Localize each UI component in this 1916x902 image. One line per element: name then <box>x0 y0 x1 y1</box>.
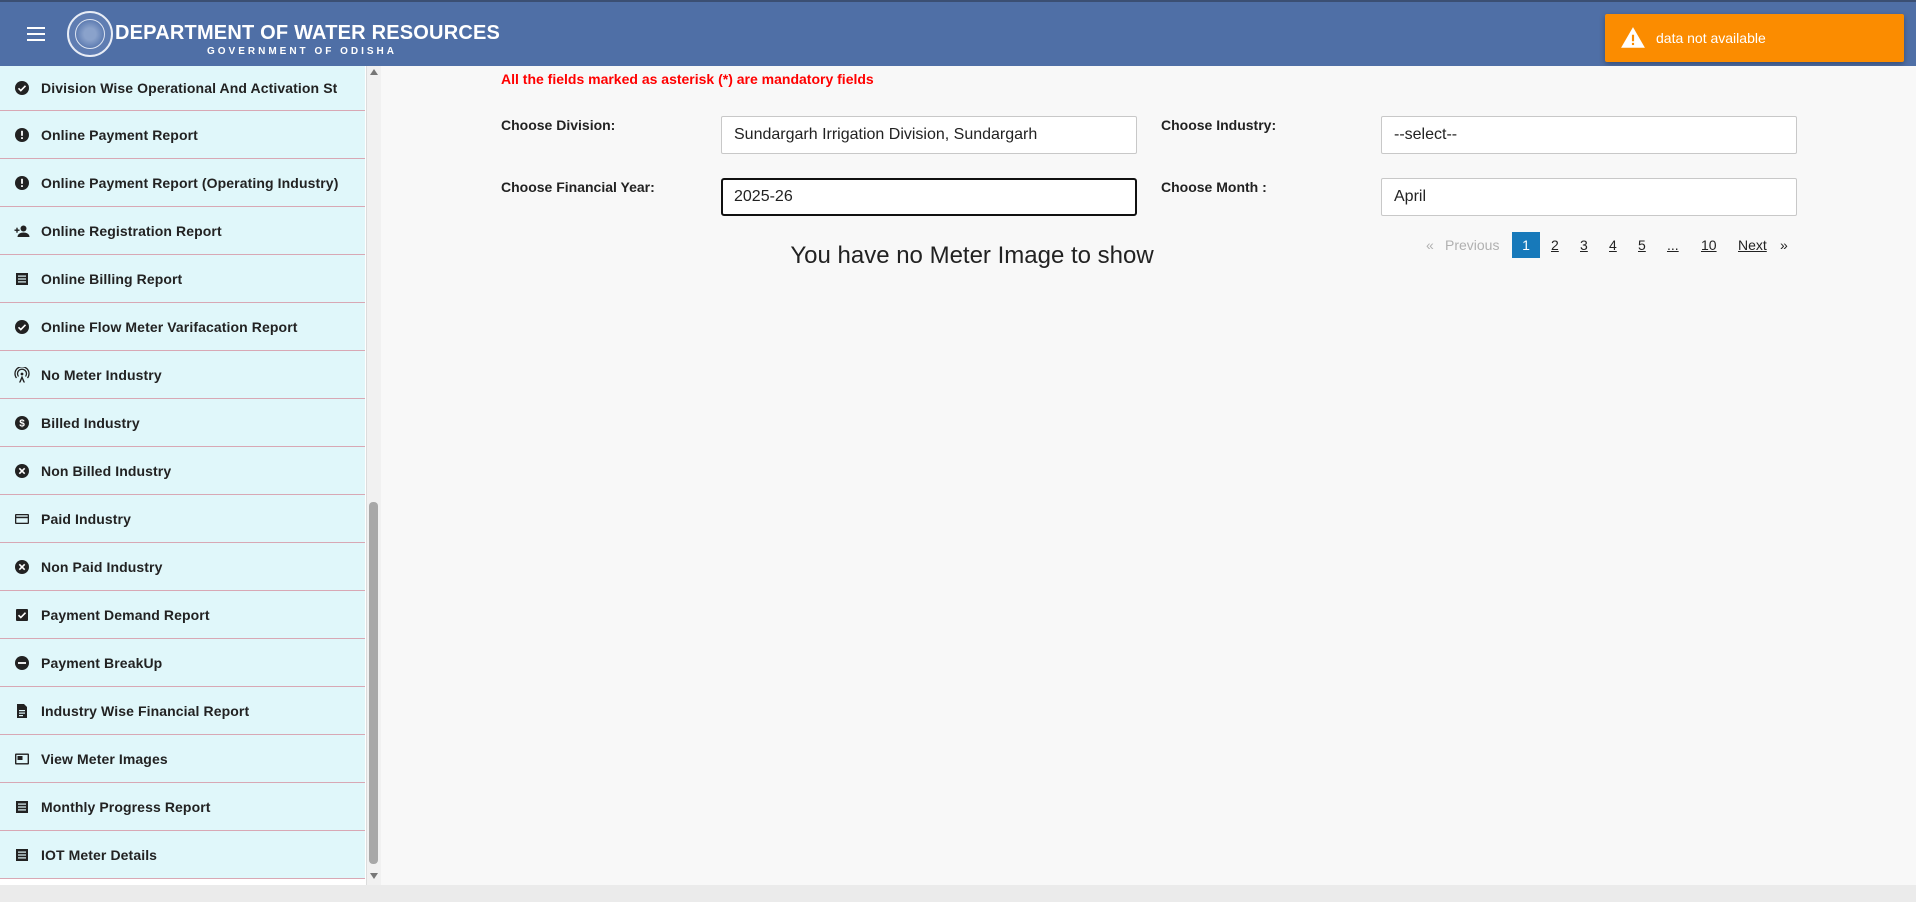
signal-tower-icon <box>14 366 30 383</box>
sidebar-item-label: Online Payment Report (Operating Industr… <box>41 174 339 191</box>
document-icon <box>14 703 30 719</box>
list-icon <box>14 271 30 287</box>
person-add-icon <box>14 223 30 239</box>
industry-select[interactable]: --select-- <box>1381 116 1797 154</box>
page-3[interactable]: 3 <box>1580 232 1588 258</box>
minus-circle-icon <box>14 655 30 671</box>
sidebar-item-no-meter-industry[interactable]: No Meter Industry <box>0 351 365 399</box>
sidebar-item-division-wise-operational-and-activation-st[interactable]: Division Wise Operational And Activation… <box>0 66 365 111</box>
financial-year-label: Choose Financial Year: <box>501 179 655 195</box>
sidebar-item-label: IOT Meter Details <box>41 846 158 863</box>
sidebar-item-label: Payment Demand Report <box>41 606 210 623</box>
list-icon <box>14 799 30 815</box>
division-select[interactable]: Sundargarh Irrigation Division, Sundarga… <box>721 116 1137 154</box>
brand-subtitle: GOVERNMENT OF ODISHA <box>207 46 398 57</box>
page-10[interactable]: 10 <box>1701 232 1717 258</box>
sidebar-item-monthly-progress-report[interactable]: Monthly Progress Report <box>0 783 365 831</box>
sidebar-item-online-payment-report[interactable]: Online Payment Report <box>0 111 365 159</box>
brand-title: DEPARTMENT OF WATER RESOURCES <box>115 22 501 44</box>
sidebar-item-label: Online Billing Report <box>41 270 183 287</box>
sidebar-item-online-flow-meter-varifacation-report[interactable]: Online Flow Meter Varifacation Report <box>0 303 365 351</box>
list-icon <box>14 847 30 863</box>
sidebar-item-online-registration-report[interactable]: Online Registration Report <box>0 207 365 255</box>
sidebar-item-iot-meter-details[interactable]: IOT Meter Details <box>0 831 365 879</box>
financial-year-select[interactable]: 2025-26 <box>721 178 1137 216</box>
toast-message: data not available <box>1656 30 1766 46</box>
sidebar-item-label: No Meter Industry <box>41 366 162 383</box>
next-page-link[interactable]: Next <box>1738 232 1767 258</box>
warning-icon <box>1621 27 1645 48</box>
credit-card-icon <box>14 511 30 527</box>
scroll-up-arrow-icon[interactable] <box>370 69 378 75</box>
sidebar-item-label: Industry Wise Financial Report <box>41 702 250 719</box>
scroll-down-arrow-icon[interactable] <box>370 873 378 879</box>
image-icon <box>14 751 30 767</box>
division-label: Choose Division: <box>501 117 616 133</box>
warning-toast[interactable]: data not available <box>1605 14 1904 62</box>
sidebar-menu: Division Wise Operational And Activation… <box>0 66 365 879</box>
sidebar-item-label: Online Registration Report <box>41 222 222 239</box>
sidebar-item-online-payment-report-operating-industry[interactable]: Online Payment Report (Operating Industr… <box>0 159 365 207</box>
pagination: « Previous 1 2 3 4 5 ... 10 Next » <box>381 232 1916 258</box>
scroll-thumb[interactable] <box>369 502 378 864</box>
alert-circle-icon <box>14 127 30 143</box>
sidebar-item-billed-industry[interactable]: $ Billed Industry <box>0 399 365 447</box>
bottom-strip <box>0 885 1916 902</box>
checkbox-icon <box>14 607 30 623</box>
check-circle-icon <box>14 80 30 96</box>
cancel-circle-icon <box>14 463 30 479</box>
main-content: All the fields marked as asterisk (*) ar… <box>381 66 1916 885</box>
previous-page-link: Previous <box>1445 237 1500 253</box>
sidebar-item-label: Non Paid Industry <box>41 558 163 575</box>
previous-arrow-icon: « <box>1426 237 1434 253</box>
sidebar-item-label: Monthly Progress Report <box>41 798 211 815</box>
sidebar-item-non-paid-industry[interactable]: Non Paid Industry <box>0 543 365 591</box>
mandatory-note: All the fields marked as asterisk (*) ar… <box>501 71 874 87</box>
page-4[interactable]: 4 <box>1609 232 1617 258</box>
sidebar-item-online-billing-report[interactable]: Online Billing Report <box>0 255 365 303</box>
sidebar-item-view-meter-images[interactable]: View Meter Images <box>0 735 365 783</box>
sidebar-item-payment-demand-report[interactable]: Payment Demand Report <box>0 591 365 639</box>
page-5[interactable]: 5 <box>1638 232 1646 258</box>
odisha-emblem-logo <box>67 11 113 57</box>
alert-circle-icon <box>14 175 30 191</box>
sidebar-item-label: Paid Industry <box>41 510 131 527</box>
dollar-circle-icon: $ <box>14 415 30 431</box>
sidebar-item-label: Online Flow Meter Varifacation Report <box>41 318 298 335</box>
page-ellipsis[interactable]: ... <box>1667 232 1679 258</box>
sidebar: Division Wise Operational And Activation… <box>0 66 366 885</box>
next-arrow-icon[interactable]: » <box>1780 232 1788 258</box>
sidebar-item-payment-breakup[interactable]: Payment BreakUp <box>0 639 365 687</box>
sidebar-item-industry-wise-financial-report[interactable]: Industry Wise Financial Report <box>0 687 365 735</box>
menu-icon[interactable] <box>27 27 45 41</box>
sidebar-item-label: Non Billed Industry <box>41 462 172 479</box>
check-circle-icon <box>14 319 30 335</box>
sidebar-scrollbar[interactable] <box>366 66 381 885</box>
page-2[interactable]: 2 <box>1551 232 1559 258</box>
page-1[interactable]: 1 <box>1512 232 1540 258</box>
sidebar-item-paid-industry[interactable]: Paid Industry <box>0 495 365 543</box>
sidebar-item-non-billed-industry[interactable]: Non Billed Industry <box>0 447 365 495</box>
svg-text:$: $ <box>19 418 25 429</box>
cancel-circle-icon <box>14 559 30 575</box>
industry-label: Choose Industry: <box>1161 117 1277 133</box>
sidebar-item-label: Online Payment Report <box>41 126 198 143</box>
sidebar-item-label: Billed Industry <box>41 414 140 431</box>
month-select[interactable]: April <box>1381 178 1797 216</box>
month-label: Choose Month : <box>1161 179 1267 195</box>
sidebar-item-label: Division Wise Operational And Activation… <box>41 80 338 96</box>
sidebar-item-label: Payment BreakUp <box>41 654 163 671</box>
sidebar-item-label: View Meter Images <box>41 750 168 767</box>
